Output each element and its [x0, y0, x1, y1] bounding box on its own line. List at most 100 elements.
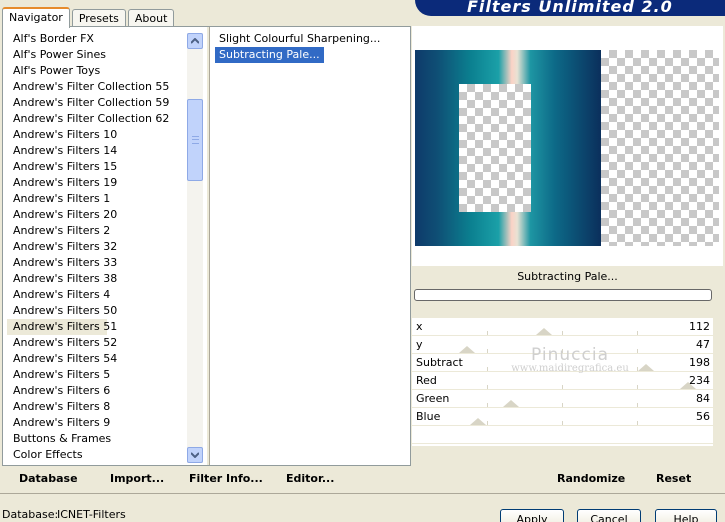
slider-knob[interactable]: [503, 400, 520, 407]
category-item[interactable]: Andrew's Filters 9: [7, 415, 187, 431]
slider-tick: [562, 421, 563, 425]
category-item[interactable]: Andrew's Filters 33: [7, 255, 187, 271]
import-button[interactable]: Import...: [110, 470, 164, 488]
tab-about[interactable]: About: [127, 9, 175, 27]
category-item[interactable]: Alf's Power Toys: [7, 63, 187, 79]
status-database-name: ICNET-Filters: [57, 508, 126, 521]
slider-tick: [562, 385, 563, 389]
category-item[interactable]: Andrew's Filters 15: [7, 159, 187, 175]
category-item[interactable]: Andrew's Filters 4: [7, 287, 187, 303]
slider-row[interactable]: Blue 56: [412, 408, 713, 426]
progress-bar: [414, 289, 712, 301]
slider-label: x: [416, 320, 423, 333]
chevron-up-icon: [191, 38, 199, 44]
slider-tick: [637, 403, 638, 407]
filter-list: Slight Colourful Sharpening... Subtractin…: [215, 31, 405, 63]
slider-tick: [637, 349, 638, 353]
preview-area: [412, 26, 723, 266]
category-item[interactable]: Buttons & Frames: [7, 431, 187, 447]
scroll-up-button[interactable]: [187, 33, 203, 49]
status-bar: Database: ICNET-Filters Apply Cancel Hel…: [0, 493, 725, 522]
slider-tick: [637, 421, 638, 425]
editor-button[interactable]: Editor...: [286, 470, 334, 488]
scroll-thumb[interactable]: [187, 99, 203, 181]
category-item[interactable]: Andrew's Filter Collection 62: [7, 111, 187, 127]
category-scrollbar[interactable]: [187, 33, 203, 463]
slider-knob[interactable]: [680, 382, 697, 389]
category-item[interactable]: Andrew's Filters 19: [7, 175, 187, 191]
slider-tick: [487, 331, 488, 335]
slider-row[interactable]: Subtract 198: [412, 354, 713, 372]
slider-row[interactable]: Red 234: [412, 372, 713, 390]
category-item[interactable]: Andrew's Filter Collection 55: [7, 79, 187, 95]
slider-tick: [487, 403, 488, 407]
slider-label: y: [416, 338, 423, 351]
reset-button[interactable]: Reset: [656, 470, 691, 488]
grip-icon: [191, 136, 199, 144]
filter-row: Slight Colourful Sharpening...: [215, 31, 405, 47]
tab-presets[interactable]: Presets: [71, 9, 126, 27]
slider-tick: [637, 385, 638, 389]
chevron-down-icon: [191, 452, 199, 458]
current-filter-name: Subtracting Pale...: [517, 270, 618, 283]
slider-tick: [562, 367, 563, 371]
slider-tick: [487, 421, 488, 425]
category-list: Alf's Border FX Alf's Power Sines Alf's Po…: [7, 31, 187, 463]
filter-item[interactable]: Slight Colourful Sharpening...: [215, 31, 384, 47]
slider-row-empty: [412, 426, 713, 444]
category-item[interactable]: Andrew's Filters 2: [7, 223, 187, 239]
slider-knob[interactable]: [459, 346, 476, 353]
category-item[interactable]: Andrew's Filters 10: [7, 127, 187, 143]
category-item[interactable]: Andrew's Filter Collection 59: [7, 95, 187, 111]
slider-tick: [637, 331, 638, 335]
slider-knob[interactable]: [470, 418, 487, 425]
category-item[interactable]: Andrew's Filters 54: [7, 351, 187, 367]
randomize-button[interactable]: Randomize: [557, 470, 625, 488]
slider-label: Red: [416, 374, 437, 387]
category-item[interactable]: Andrew's Filters 8: [7, 399, 187, 415]
category-item[interactable]: Andrew's Filters 5: [7, 367, 187, 383]
category-item[interactable]: Color Effects: [7, 447, 187, 463]
slider-row[interactable]: x 112: [412, 318, 713, 336]
app-banner: Filters Unlimited 2.0: [415, 0, 725, 16]
slider-row[interactable]: y 47: [412, 336, 713, 354]
slider-value: 47: [696, 338, 710, 351]
slider-value: 84: [696, 392, 710, 405]
slider-label: Green: [416, 392, 450, 405]
slider-value: 198: [689, 356, 710, 369]
slider-value: 56: [696, 410, 710, 423]
filter-info-button[interactable]: Filter Info...: [189, 470, 263, 488]
database-button[interactable]: Database: [19, 470, 78, 488]
transparent-area: [459, 84, 531, 212]
slider-label: Subtract: [416, 356, 463, 369]
apply-button[interactable]: Apply: [500, 509, 564, 522]
filter-item[interactable]: Subtracting Pale...: [215, 47, 324, 63]
category-item[interactable]: Andrew's Filters 20: [7, 207, 187, 223]
category-item[interactable]: Andrew's Filters 50: [7, 303, 187, 319]
slider-row[interactable]: Green 84: [412, 390, 713, 408]
scroll-down-button[interactable]: [187, 447, 203, 463]
category-item[interactable]: Andrew's Filters 1: [7, 191, 187, 207]
category-item[interactable]: Andrew's Filters 32: [7, 239, 187, 255]
panel-splitter[interactable]: [206, 27, 210, 465]
slider-label: Blue: [416, 410, 441, 423]
status-label: Database:: [2, 508, 59, 521]
slider-knob[interactable]: [536, 328, 553, 335]
help-button[interactable]: Help: [655, 509, 717, 522]
slider-knob[interactable]: [637, 364, 654, 371]
cancel-button[interactable]: Cancel: [577, 509, 641, 522]
category-item[interactable]: Alf's Border FX: [7, 31, 187, 47]
category-item[interactable]: Andrew's Filters 52: [7, 335, 187, 351]
navigator-panel: Alf's Border FX Alf's Power Sines Alf's Po…: [2, 26, 411, 466]
slider-tick: [487, 385, 488, 389]
slider-tick: [487, 367, 488, 371]
category-item[interactable]: Andrew's Filters 51: [7, 319, 117, 335]
category-item[interactable]: Andrew's Filters 6: [7, 383, 187, 399]
category-item[interactable]: Andrew's Filters 14: [7, 143, 187, 159]
slider-tick: [562, 349, 563, 353]
app-title: Filters Unlimited 2.0: [467, 0, 673, 16]
tab-navigator[interactable]: Navigator: [2, 7, 70, 28]
slider-tick: [487, 349, 488, 353]
category-item[interactable]: Alf's Power Sines: [7, 47, 187, 63]
category-item[interactable]: Andrew's Filters 38: [7, 271, 187, 287]
